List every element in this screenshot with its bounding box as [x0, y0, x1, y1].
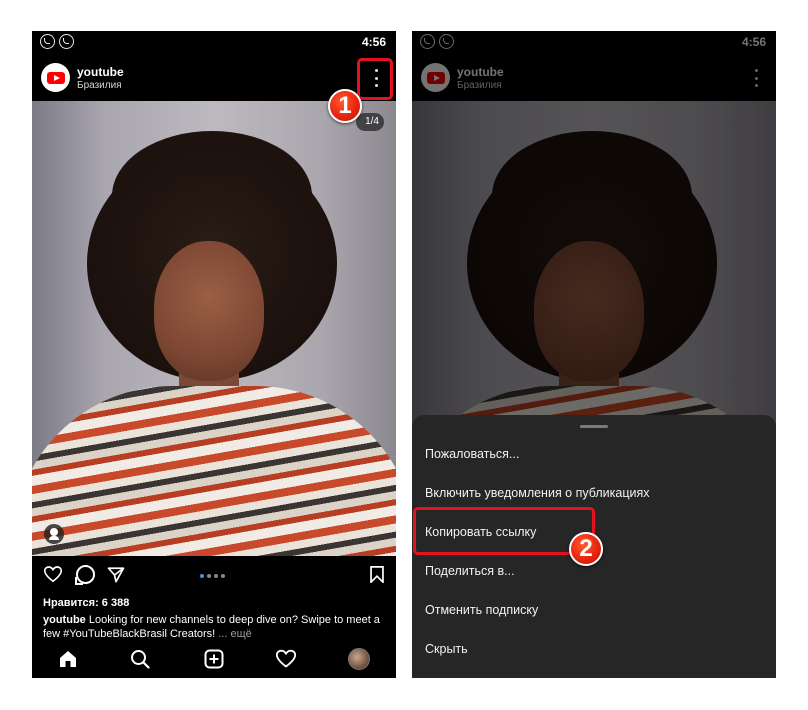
phone-screen-menu: 4:56 youtube Бразилия Пожаловаться... Вк… [412, 31, 776, 678]
tagged-users-icon[interactable] [44, 524, 64, 544]
likes-count[interactable]: Нравится: 6 388 [43, 597, 129, 609]
highlight-more-button [357, 58, 393, 100]
bottom-navigation [32, 640, 396, 678]
sheet-drag-handle[interactable] [580, 425, 608, 428]
menu-item-unfollow[interactable]: Отменить подписку [425, 603, 538, 617]
youtube-logo-icon [46, 71, 65, 84]
new-post-icon[interactable] [204, 649, 224, 669]
step-2-badge: 2 [569, 532, 603, 566]
status-time: 4:56 [361, 35, 386, 49]
carousel-indicator [200, 574, 225, 578]
menu-item-hide[interactable]: Скрыть [425, 642, 468, 656]
menu-item-turn-on-notifications[interactable]: Включить уведомления о публикациях [425, 486, 650, 500]
post-location[interactable]: Бразилия [77, 80, 122, 91]
status-bar: 4:56 [32, 31, 396, 53]
viber-icon [40, 34, 55, 49]
caption-text: Looking for new channels to deep dive on… [43, 614, 380, 640]
whatsapp-icon [59, 34, 74, 49]
like-heart-icon[interactable] [44, 566, 62, 583]
caption-username[interactable]: youtube [43, 614, 86, 626]
image-counter: 1/4 [356, 113, 384, 131]
post-photo[interactable]: 1/4 [32, 101, 396, 556]
bookmark-icon[interactable] [370, 566, 384, 583]
highlight-copy-link [413, 507, 595, 555]
account-name[interactable]: youtube [77, 65, 124, 79]
step-1-badge: 1 [328, 89, 362, 123]
comment-icon[interactable] [75, 565, 95, 585]
menu-item-report[interactable]: Пожаловаться... [425, 447, 519, 461]
share-icon[interactable] [107, 566, 125, 584]
search-icon[interactable] [130, 649, 150, 669]
account-avatar[interactable] [41, 63, 70, 92]
menu-item-share-to[interactable]: Поделиться в... [425, 564, 515, 578]
home-icon[interactable] [58, 649, 78, 669]
post-actions [32, 556, 396, 596]
caption-more-link[interactable]: ... ещё [218, 628, 252, 640]
activity-heart-icon[interactable] [276, 649, 296, 669]
profile-avatar[interactable] [348, 648, 370, 670]
post-caption: youtube Looking for new channels to deep… [43, 613, 388, 641]
phone-screen-post: 4:56 youtube Бразилия 1/4 Нравится: 6 38… [32, 31, 396, 678]
